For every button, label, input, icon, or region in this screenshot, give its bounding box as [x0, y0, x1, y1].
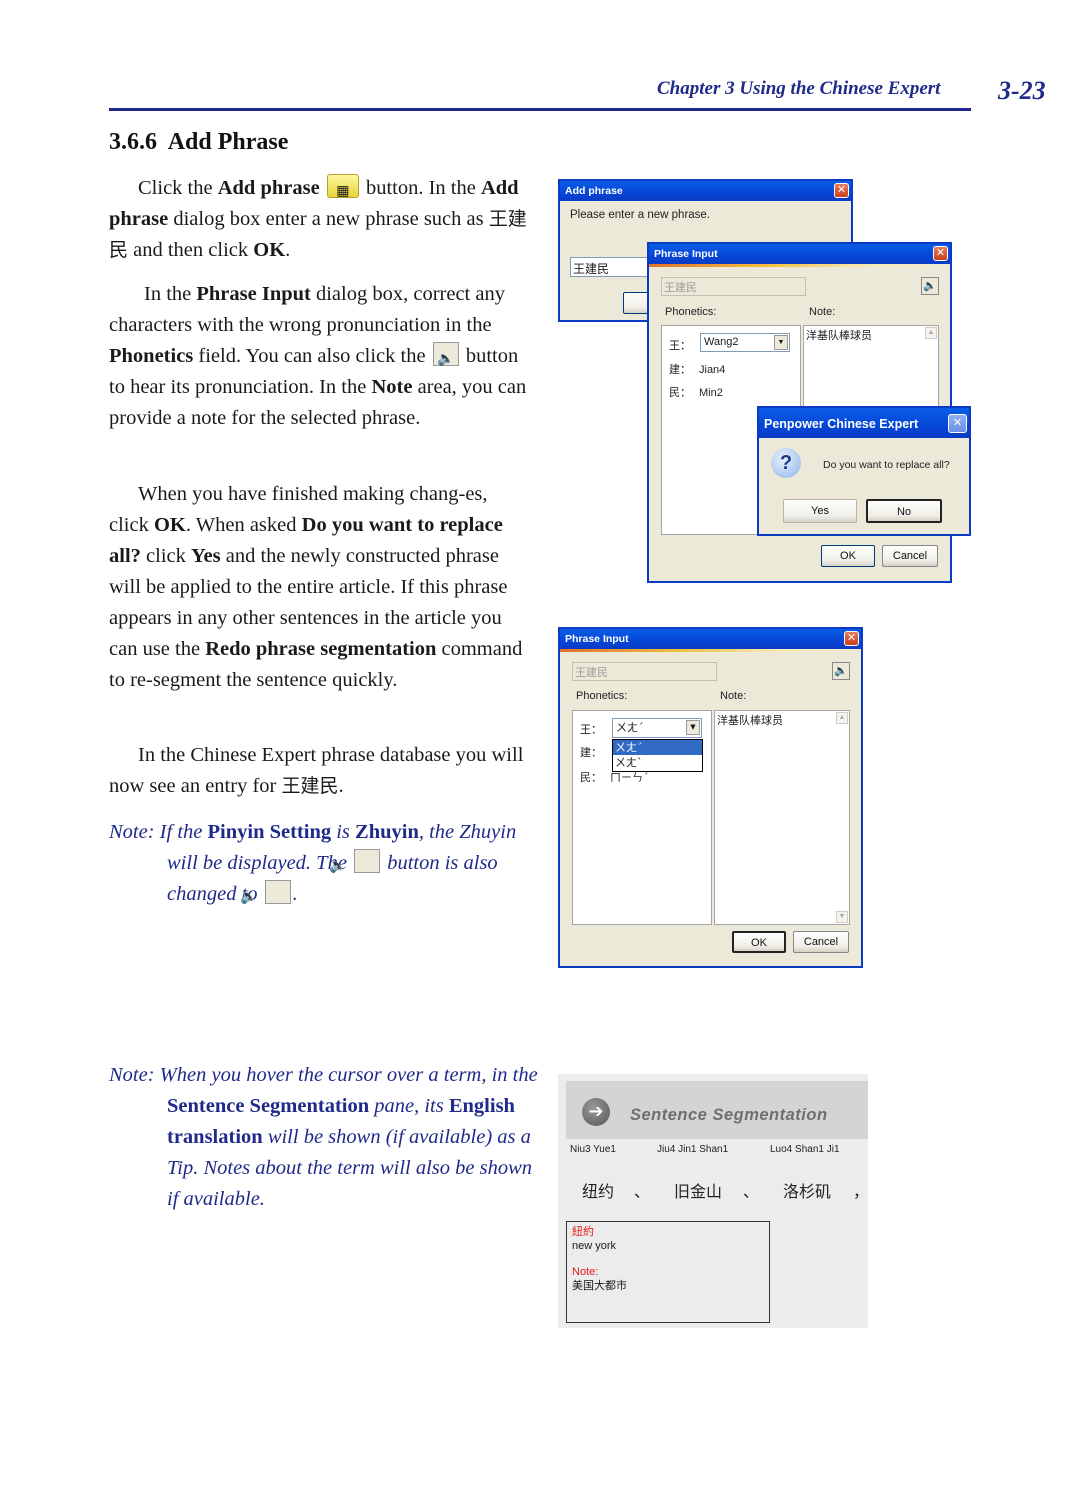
phonetics-label: Phonetics:	[576, 690, 628, 702]
note-textarea[interactable]: 洋基队棒球员 ▲ ▼	[714, 710, 850, 925]
section-name: Add Phrase	[167, 129, 289, 155]
phonetics-label: Phonetics:	[665, 306, 717, 318]
sentence-segmentation-pane: ➔ Sentence Segmentation Niu3 Yue1 Jiu4 J…	[558, 1074, 870, 1328]
paragraph-phrase-input: In the Phrase Input dialog box, correct …	[109, 283, 527, 429]
question-icon: ?	[771, 448, 801, 478]
scroll-down-icon[interactable]: ▼	[836, 911, 848, 923]
term-pinyin: Niu3 Yue1	[570, 1144, 616, 1155]
add-phrase-prompt: Please enter a new phrase.	[570, 209, 711, 221]
phonetic-dropdown[interactable]: ㄨㄤˊ ▼	[612, 718, 702, 738]
segmentation-title: Sentence Segmentation	[630, 1106, 828, 1124]
phonetic-row: 王：	[580, 723, 602, 736]
speaker-zhuyin-icon: 🔈	[240, 880, 291, 905]
paragraph-replace-all: When you have finished making chang-es, …	[109, 483, 523, 691]
cancel-button[interactable]: Cancel	[882, 545, 938, 567]
phonetic-row: 王：	[669, 339, 691, 352]
dropdown-option[interactable]: ㄨㄤˋ	[613, 755, 702, 770]
tip-note-label: Note:	[572, 1266, 599, 1278]
term-pinyin: Jiu4 Jin1 Shan1	[657, 1144, 729, 1155]
note-label: Note:	[809, 306, 836, 318]
note-label: Note:	[720, 690, 747, 702]
term-pinyin: Luo4 Shan1 Ji1	[770, 1144, 840, 1155]
ok-button[interactable]: OK	[732, 931, 786, 953]
confirm-title-bar: Penpower Chinese Expert ✕	[759, 408, 969, 438]
phonetic-row: 建： Jian4	[669, 363, 726, 376]
note-hover-tip: Note: When you hover the cursor over a t…	[109, 1064, 538, 1210]
term-separator: ，	[853, 1182, 870, 1201]
scroll-up-icon[interactable]: ▲	[836, 712, 848, 724]
cancel-button[interactable]: Cancel	[793, 931, 849, 953]
phrase-display-field: 王建民	[572, 662, 717, 681]
chevron-down-icon[interactable]: ▼	[686, 720, 700, 735]
add-phrase-title-bar: Add phrase ✕	[560, 181, 851, 201]
chapter-header: Chapter 3 Using the Chinese Expert	[657, 78, 941, 99]
replace-all-confirm-dialog: Penpower Chinese Expert ✕ ? Do you want …	[757, 406, 971, 536]
no-button[interactable]: No	[866, 499, 942, 523]
phonetic-dropdown-list: ㄨㄤˊ ㄨㄤˋ	[612, 739, 703, 772]
phrase-input-title-bar: Phrase Input ✕	[649, 244, 950, 267]
ok-button[interactable]: OK	[821, 545, 875, 567]
speaker-pinyin-icon: 🔈	[432, 342, 459, 367]
confirm-message: Do you want to replace all?	[823, 459, 950, 471]
phonetic-row: 建：	[580, 746, 602, 759]
section-number: 3.6.6	[109, 129, 157, 155]
phrase-display-field: 王建民	[661, 277, 806, 296]
note-zhuyin: Note: If the Pinyin Setting is Zhuyin, t…	[109, 821, 517, 905]
page-number: 3-23	[998, 76, 1046, 105]
arrow-right-icon: ➔	[582, 1098, 610, 1126]
phonetic-dropdown[interactable]: Wang2 ▼	[700, 333, 790, 352]
close-icon[interactable]: ✕	[834, 183, 849, 198]
term-word[interactable]: 洛杉矶	[783, 1178, 831, 1202]
term-separator: 、	[634, 1182, 651, 1201]
term-tooltip: 紐約 new york Note: 美国大都市	[566, 1221, 770, 1323]
yes-button[interactable]: Yes	[783, 499, 857, 523]
tip-term: 紐約	[572, 1225, 594, 1238]
tip-translation: new york	[572, 1240, 617, 1252]
section-title: 3.6.6 Add Phrase	[109, 129, 288, 156]
add-phrase-button-icon: ▦	[326, 174, 359, 199]
paragraph-database-entry: In the Chinese Expert phrase database yo…	[109, 744, 524, 797]
chevron-down-icon[interactable]: ▼	[774, 335, 788, 350]
term-word[interactable]: 旧金山	[674, 1178, 722, 1202]
close-icon[interactable]: ✕	[844, 631, 859, 646]
speaker-zhuyin-icon[interactable]: 🔈	[832, 662, 850, 680]
segmentation-header: ➔ Sentence Segmentation	[566, 1081, 868, 1139]
header-rule	[109, 108, 971, 111]
dropdown-option[interactable]: ㄨㄤˊ	[613, 740, 702, 755]
tip-note-value: 美国大都市	[572, 1279, 627, 1292]
scroll-up-icon[interactable]: ▲	[925, 327, 937, 339]
close-icon[interactable]: ✕	[933, 246, 948, 261]
close-icon[interactable]: ✕	[948, 414, 967, 433]
speaker-icon[interactable]: 🔈	[921, 277, 939, 295]
phonetic-row: 民： Min2	[669, 386, 723, 399]
paragraph-add-phrase: Click the Add phrase ▦ button. In the Ad…	[109, 173, 529, 266]
phrase-input-title-bar: Phrase Input ✕	[560, 629, 861, 652]
speaker-pinyin-icon: 🔈	[329, 849, 381, 874]
phrase-input-zhuyin-dialog: Phrase Input ✕ 王建民 🔈 Phonetics: Note: 王：…	[558, 627, 863, 968]
term-separator: 、	[743, 1182, 760, 1201]
term-word[interactable]: 纽约	[582, 1178, 614, 1202]
